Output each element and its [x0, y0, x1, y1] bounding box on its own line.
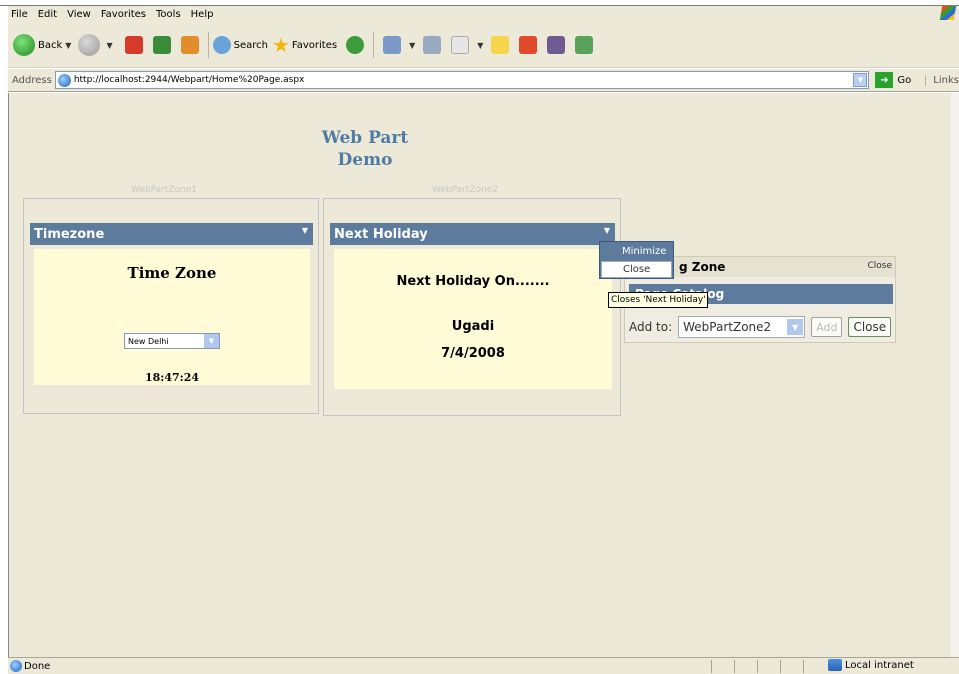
window-left-edge [0, 0, 8, 674]
back-arrow-icon [13, 34, 35, 56]
timezone-part-title: Timezone ▼ [30, 223, 313, 245]
status-bar: Done Local intranet [8, 657, 959, 674]
messenger-icon[interactable] [547, 36, 566, 54]
links-button[interactable]: Links [925, 74, 959, 86]
next-holiday-caption: Next Holiday On....... [396, 274, 550, 289]
menu-favorites[interactable]: Favorites [101, 9, 153, 20]
go-label: Go [897, 74, 912, 86]
add-button[interactable]: Add [811, 317, 843, 337]
timezone-select-value: New Delhi [128, 336, 169, 346]
next-holiday-title-label: Next Holiday [334, 226, 428, 242]
catalog-footer: Add to: WebPartZone2 ▼ Add Close [625, 312, 895, 342]
page-icon [57, 73, 71, 87]
favorites-button[interactable]: ★ Favorites [272, 33, 337, 57]
catalog-close-link[interactable]: Close [867, 261, 892, 271]
users-icon[interactable] [575, 36, 594, 54]
page-title: Web Part Demo [315, 127, 415, 171]
menu-help[interactable]: Help [191, 9, 221, 20]
zone2-label: WebPartZone2 [432, 185, 499, 195]
chevron-down-icon: ▼ [65, 40, 72, 50]
page-title-line2: Demo [337, 150, 393, 170]
search-label: Search [233, 39, 268, 51]
timezone-part-body: Time Zone New Delhi ▼ 18:47:24 [34, 249, 310, 385]
next-holiday-part-body: Next Holiday On....... Ugadi 7/4/2008 [334, 249, 612, 389]
menu-bar: File Edit View Favorites Tools Help [8, 6, 959, 23]
edit-icon[interactable] [451, 36, 470, 54]
chevron-down-icon: ▼ [106, 40, 113, 50]
address-input[interactable]: http://localhost:2944/Webpart/Home%20Pag… [54, 71, 870, 89]
menu-item-close[interactable]: Close [601, 261, 672, 278]
holiday-date: 7/4/2008 [441, 346, 505, 361]
verbs-menu-icon[interactable]: ▼ [302, 226, 308, 235]
intranet-globe-icon [828, 659, 842, 671]
zone1-label: WebPartZone1 [131, 185, 198, 195]
security-zone: Local intranet [828, 659, 914, 671]
add-to-zone-select[interactable]: WebPartZone2 ▼ [678, 316, 806, 338]
chevron-down-icon[interactable]: ▼ [204, 334, 219, 348]
favorites-star-icon: ★ [271, 33, 290, 57]
history-icon[interactable] [346, 36, 365, 54]
add-to-label: Add to: [629, 320, 673, 334]
favorites-label: Favorites [291, 39, 338, 51]
windows-logo-icon [939, 6, 957, 20]
stop-icon[interactable] [124, 36, 143, 54]
current-time: 18:47:24 [144, 371, 200, 384]
home-icon[interactable] [180, 36, 199, 54]
search-icon [212, 36, 231, 54]
go-button[interactable]: ➜ Go [875, 72, 911, 88]
refresh-icon[interactable] [152, 36, 171, 54]
status-text: Done [24, 660, 51, 672]
add-to-zone-value: WebPartZone2 [683, 320, 772, 334]
go-arrow-icon: ➜ [875, 72, 894, 88]
discuss-icon[interactable] [491, 36, 510, 54]
holiday-name: Ugadi [451, 319, 495, 334]
back-label: Back [38, 39, 63, 51]
close-tooltip: Closes 'Next Holiday' [608, 292, 708, 308]
menu-view[interactable]: View [67, 9, 98, 20]
chevron-down-icon: ▼ [477, 40, 484, 50]
toolbar-separator [207, 32, 209, 58]
forward-arrow-icon [78, 34, 101, 56]
address-url: http://localhost:2944/Webpart/Home%20Pag… [73, 75, 305, 85]
verbs-context-menu: Minimize Close [599, 241, 674, 279]
menu-tools[interactable]: Tools [156, 9, 188, 20]
forward-button[interactable]: ▼ [78, 34, 115, 56]
chevron-down-icon: ▼ [409, 40, 416, 50]
print-icon[interactable] [423, 36, 442, 54]
toolbar-separator [373, 32, 375, 58]
status-panes [711, 660, 826, 673]
timezone-title-label: Timezone [34, 226, 105, 242]
research-icon[interactable] [519, 36, 538, 54]
back-button[interactable]: Back ▼ [13, 34, 74, 56]
toolbar: Back ▼ ▼ Search ★ Favorites ▼ ▼ [8, 23, 959, 68]
security-zone-label: Local intranet [845, 659, 914, 671]
address-bar: Address http://localhost:2944/Webpart/Ho… [8, 69, 959, 92]
search-button[interactable]: Search [212, 36, 268, 54]
chevron-down-icon[interactable]: ▼ [853, 73, 868, 87]
timezone-heading: Time Zone [127, 264, 217, 282]
menu-file[interactable]: File [11, 9, 35, 20]
page-title-line1: Web Part [321, 128, 409, 148]
webpart-zone-2: Next Holiday ▼ Next Holiday On....... Ug… [323, 198, 621, 416]
catalog-zone-title: g Zone [679, 260, 726, 274]
webpart-zone-1: Timezone ▼ Time Zone New Delhi ▼ 18:47:2… [23, 198, 319, 414]
catalog-close-button[interactable]: Close [848, 317, 892, 337]
verbs-menu-icon[interactable]: ▼ [604, 226, 610, 235]
address-label: Address [12, 74, 52, 86]
timezone-select[interactable]: New Delhi ▼ [124, 333, 220, 349]
page-status-icon [10, 660, 22, 672]
next-holiday-part-title: Next Holiday ▼ [330, 223, 615, 245]
menu-item-minimize[interactable]: Minimize [601, 243, 672, 260]
mail-icon[interactable] [383, 36, 402, 54]
vertical-scrollbar[interactable] [951, 93, 959, 657]
menu-edit[interactable]: Edit [38, 9, 64, 20]
chevron-down-icon[interactable]: ▼ [787, 319, 804, 335]
